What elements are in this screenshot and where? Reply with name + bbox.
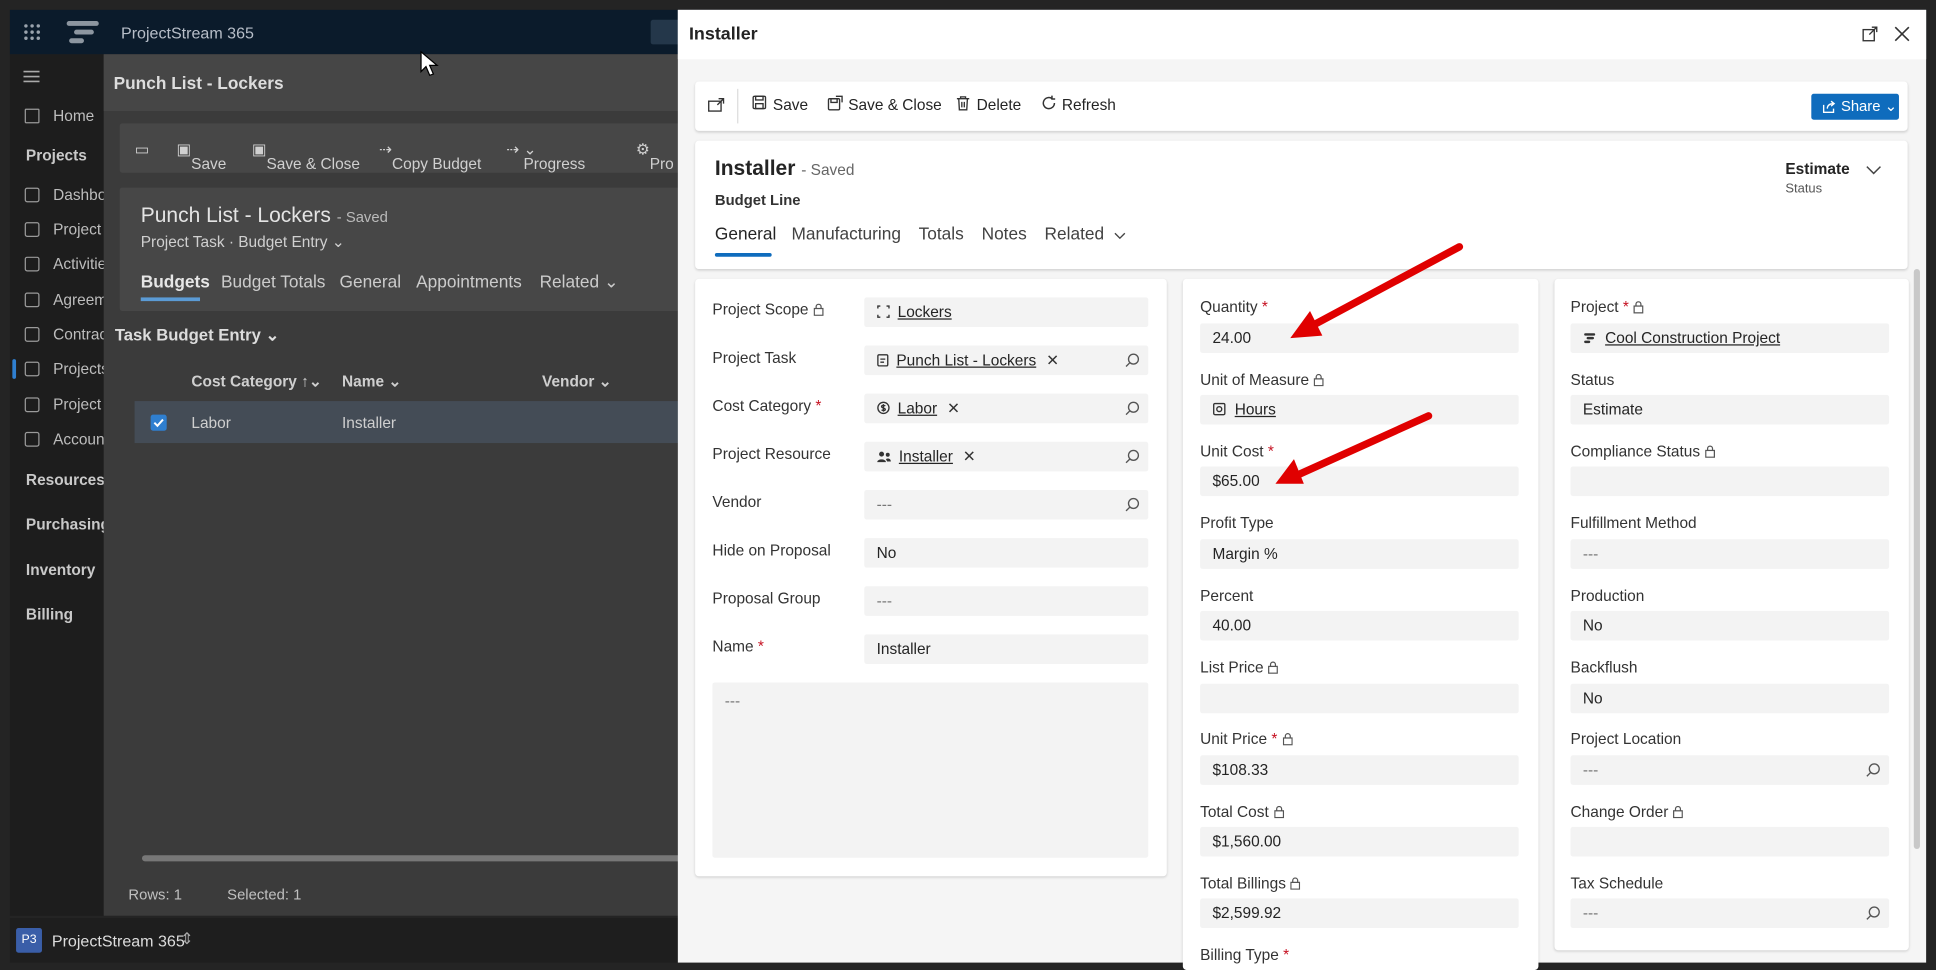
hamburger-icon[interactable] (23, 70, 40, 83)
row-checkbox[interactable] (150, 414, 167, 431)
arrow-to-quantity (1301, 243, 1464, 334)
contract-icon (24, 327, 40, 342)
mouse-cursor-icon (420, 50, 439, 77)
side-panel-dialog: Installer Save Save & Close Delete Refre… (677, 9, 1927, 970)
bg-tab-budgets[interactable]: Budgets (141, 272, 210, 292)
app-name: ProjectStream 365 (121, 23, 254, 42)
left-navigation: Home Projects Dashbo Project I Activitie… (9, 54, 115, 916)
bg-tab-appointments[interactable]: Appointments (416, 272, 522, 292)
background-subgrid: Task Budget Entry ⌄ Cost Category ↑⌄ Nam… (115, 326, 688, 862)
area-badge: P3 (16, 928, 42, 953)
background-record-header: Punch List - Lockers - Saved Project Tas… (119, 187, 688, 311)
nav-section[interactable]: Purchasing (26, 516, 110, 533)
table-row[interactable]: Labor Installer (134, 401, 688, 444)
bg-progress-button[interactable]: ⇢ Progress ⌄ (506, 139, 585, 173)
app-logo-icon (64, 19, 101, 46)
arrow-to-unit-cost (1285, 412, 1433, 483)
annotation-arrows (1275, 243, 1464, 484)
column-header-name[interactable]: Name ⌄ (342, 371, 401, 390)
nav-section[interactable]: Resources (26, 471, 105, 488)
nav-section[interactable]: Billing (26, 606, 73, 623)
project-icon (24, 222, 40, 237)
home-icon (24, 108, 40, 124)
search-box[interactable] (650, 19, 681, 45)
horizontal-scrollbar[interactable] (141, 855, 688, 862)
activity-icon (24, 256, 40, 272)
agreement-icon (24, 292, 40, 308)
bg-tab-budget-totals[interactable]: Budget Totals (221, 272, 325, 292)
background-page-header: Punch List - Lockers (103, 54, 680, 112)
column-header-vendor[interactable]: Vendor ⌄ (542, 371, 612, 390)
bg-save-button[interactable]: ▣ Save (177, 139, 227, 173)
app-launcher-icon[interactable] (23, 23, 41, 40)
bg-tab-general[interactable]: General (340, 272, 402, 292)
nav-section[interactable]: Inventory (26, 562, 95, 579)
bg-more-button[interactable]: ⚙ Pro (636, 139, 674, 173)
bg-copy-budget-button[interactable]: ⇢ Copy Budget (379, 139, 481, 173)
column-header-cost-category[interactable]: Cost Category ↑⌄ (191, 371, 321, 390)
background-command-bar: ▭ ▣ Save ▣ Save & Close ⇢ Copy Budget ⇢ … (119, 123, 688, 173)
nav-section-projects: Projects (25, 146, 87, 165)
bg-tab-related[interactable]: Related ⌄ (540, 272, 619, 293)
dashboard-icon (24, 187, 40, 203)
background-page-title: Punch List - Lockers (113, 72, 284, 93)
subgrid-title: Task Budget Entry ⌄ (114, 325, 280, 345)
new-window-icon[interactable]: ▭ (135, 139, 150, 158)
projects-icon (24, 361, 40, 377)
bg-save-close-button[interactable]: ▣ Save & Close (252, 139, 360, 173)
project-a-icon (24, 397, 40, 413)
chevron-up-down-icon: ⇕ (180, 929, 194, 948)
background-status-bar: Rows: 1 Selected: 1 (128, 886, 302, 904)
account-icon (24, 431, 40, 447)
